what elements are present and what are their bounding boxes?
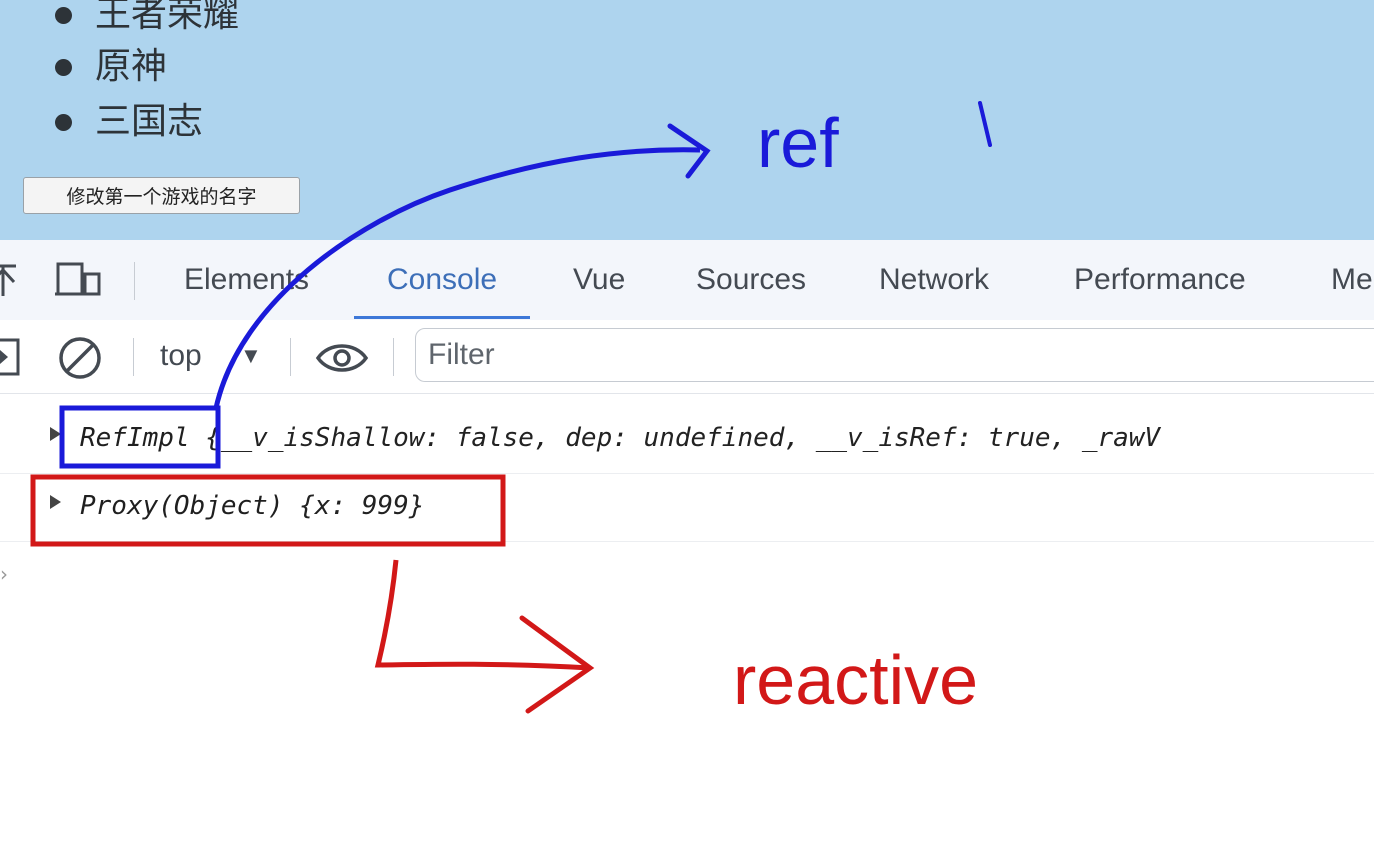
console-message: RefImpl {__v_isShallow: false, dep: unde… xyxy=(80,423,1160,453)
dropdown-arrow-icon: ▼ xyxy=(240,343,262,368)
devtools-tabbar: Elements Console Vue Sources Network Per… xyxy=(0,240,1374,321)
game-name: 王者荣耀 xyxy=(95,0,240,35)
console-toolbar: top ▼ Filter xyxy=(0,320,1374,394)
ref-annotation-label: ref xyxy=(757,104,839,182)
tab-elements[interactable]: Elements xyxy=(184,240,309,320)
reactive-annotation-label: reactive xyxy=(733,641,979,719)
game-name: 原神 xyxy=(95,46,168,87)
console-row-proxy[interactable]: Proxy(Object) {x: 999} xyxy=(0,473,1374,542)
object-preview: {__v_isShallow: false, dep: undefined, _… xyxy=(205,423,1161,453)
expand-triangle-icon[interactable] xyxy=(50,427,61,441)
devtools-panel: Elements Console Vue Sources Network Per… xyxy=(0,240,1374,848)
divider xyxy=(133,338,134,376)
game-name: 三国志 xyxy=(95,101,204,142)
console-row-refimpl[interactable]: RefImpl {__v_isShallow: false, dep: unde… xyxy=(0,405,1374,474)
device-toolbar-icon[interactable] xyxy=(55,260,105,304)
live-expression-eye-icon[interactable] xyxy=(315,340,369,380)
context-select[interactable]: top ▼ xyxy=(160,334,262,378)
tab-sources[interactable]: Sources xyxy=(696,240,806,320)
object-class-name: RefImpl xyxy=(80,423,190,453)
page-preview: 王者荣耀 原神 三国志 修改第一个游戏的名字 xyxy=(0,0,1374,240)
console-prompt-icon[interactable]: › xyxy=(0,562,8,586)
list-item: 原神 xyxy=(0,42,400,92)
list-item: 三国志 xyxy=(0,97,400,147)
bullet-icon xyxy=(55,59,72,76)
filter-placeholder: Filter xyxy=(428,338,495,371)
clear-console-icon[interactable] xyxy=(57,335,103,385)
object-preview: {x: 999} xyxy=(299,491,425,521)
object-class-name: Proxy(Object) xyxy=(80,491,284,521)
sidebar-toggle-icon[interactable] xyxy=(0,338,22,382)
inspect-element-icon[interactable] xyxy=(0,260,22,304)
tab-performance[interactable]: Performance xyxy=(1074,240,1246,320)
bullet-icon xyxy=(55,7,72,24)
console-message: Proxy(Object) {x: 999} xyxy=(80,491,424,521)
expand-triangle-icon[interactable] xyxy=(50,495,61,509)
rename-first-game-button[interactable]: 修改第一个游戏的名字 xyxy=(23,177,300,214)
filter-input[interactable]: Filter xyxy=(415,328,1374,382)
context-select-value: top xyxy=(160,339,202,372)
tab-network[interactable]: Network xyxy=(879,240,989,320)
divider xyxy=(393,338,394,376)
tab-console[interactable]: Console xyxy=(353,240,531,320)
divider xyxy=(134,262,135,300)
tab-memory[interactable]: Me xyxy=(1331,240,1373,320)
list-item: 王者荣耀 xyxy=(0,0,400,40)
tab-vue[interactable]: Vue xyxy=(573,240,625,320)
bullet-icon xyxy=(55,114,72,131)
divider xyxy=(290,338,291,376)
